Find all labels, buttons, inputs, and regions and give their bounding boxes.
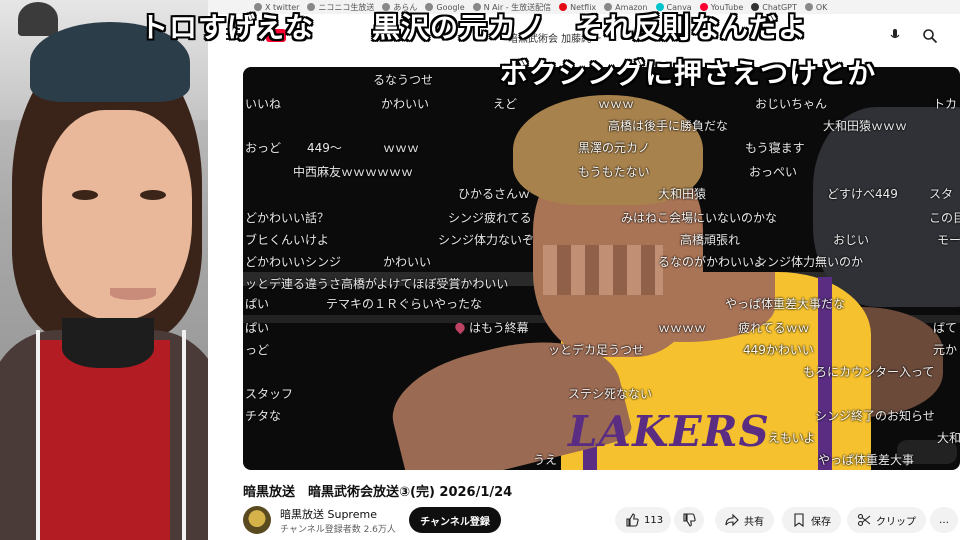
screen: X twitter ニコニコ生放送 あらん Google N Air - 生放送… bbox=[0, 0, 960, 540]
save-button[interactable]: 保存 bbox=[782, 507, 841, 533]
scroll-comment: ひかるさんｗ bbox=[458, 187, 531, 201]
scroll-comment: ブヒくんいけよ bbox=[245, 233, 330, 247]
scroll-comment: おっど bbox=[245, 141, 282, 155]
search-icon[interactable] bbox=[922, 28, 938, 44]
scroll-comment: おじい bbox=[833, 233, 870, 247]
scroll-comment: テマキの１Ｒぐらいやったな bbox=[326, 297, 483, 311]
earphone-cord bbox=[36, 330, 40, 540]
scroll-comment: ステシ死なない bbox=[568, 387, 653, 401]
scroll-comment: もう寝ます bbox=[745, 141, 805, 155]
scroll-comment: はもう終幕 bbox=[453, 319, 529, 336]
scissors-icon bbox=[857, 513, 871, 527]
clip-button[interactable]: クリップ bbox=[847, 507, 926, 533]
scroll-comment: っど bbox=[245, 343, 270, 357]
webcam-feed bbox=[0, 0, 208, 540]
scroll-comment: トカ bbox=[933, 97, 958, 111]
streamer-eye-right bbox=[140, 190, 166, 200]
scroll-comment: かわいい bbox=[383, 255, 432, 269]
scroll-comment: 449かわいい bbox=[743, 343, 814, 357]
scroll-comment: 元か bbox=[933, 343, 958, 357]
scroll-comment: かわいい bbox=[381, 97, 430, 111]
scroll-comment: シンジ疲れてる bbox=[448, 211, 532, 225]
scroll-comment: ぱい bbox=[245, 297, 270, 311]
scroll-comment: えもいよ bbox=[768, 431, 816, 445]
scroll-comment: 大和田猿ｗｗｗ bbox=[823, 119, 908, 133]
scroll-comment: どかわいいシンジ bbox=[245, 255, 342, 269]
scroll-comment-text: はもう終幕 bbox=[469, 321, 529, 335]
scroll-comment: ｗｗｗ bbox=[598, 97, 635, 111]
scroll-comment: やっぱ体重差大事 bbox=[818, 453, 915, 467]
scroll-comment: もうもたない bbox=[578, 165, 650, 179]
corner-man bbox=[813, 107, 960, 307]
scroll-comment: 大和田猿 bbox=[658, 187, 707, 201]
scroll-comment: シンジ体力無いのか bbox=[755, 255, 864, 269]
subscriber-count: チャンネル登録者数 2.6万人 bbox=[280, 525, 396, 535]
scroll-comment: みはねこ会場にいないのかな bbox=[621, 211, 778, 225]
scroll-comment: おっぺい bbox=[749, 165, 798, 179]
scroll-comment: どすけべ449 bbox=[827, 187, 898, 201]
scroll-comment: いいね bbox=[245, 97, 282, 111]
scroll-comment: スタ bbox=[929, 187, 954, 201]
scroll-comment: ｗｗｗ bbox=[383, 141, 420, 155]
webcam-figurine bbox=[18, 2, 58, 36]
scroll-comment: おじいちゃん bbox=[755, 97, 828, 111]
scroll-comment: スタッフ bbox=[245, 387, 294, 401]
overlay-comment: ボクシングに押さえつけとか bbox=[500, 57, 877, 90]
streamer-turtleneck bbox=[62, 318, 154, 368]
thumbs-up-icon bbox=[626, 513, 639, 527]
bookmark-label: OK bbox=[815, 2, 828, 12]
scroll-comment: ッとデカ足うつせ bbox=[548, 343, 645, 357]
scroll-comment: この目 bbox=[929, 211, 960, 225]
overlay-comment: トロすげえな 黒沢の元カノ それ反則なんだよ bbox=[140, 11, 808, 44]
earphone-cord bbox=[182, 330, 186, 540]
like-button[interactable]: 113 bbox=[615, 507, 672, 533]
scroll-comment: えど bbox=[493, 97, 518, 111]
scroll-comment: るなうつせ bbox=[373, 73, 434, 87]
streamer-eye-left bbox=[72, 190, 98, 200]
scroll-comment: ッとデ連る違うさ高橋がよけてほぼ受賞かわいい bbox=[245, 277, 509, 291]
bookmark-icon bbox=[794, 513, 804, 527]
jersey-lettering: LAKERS bbox=[568, 407, 770, 456]
save-label: 保存 bbox=[811, 516, 831, 528]
heart-icon bbox=[453, 320, 467, 335]
share-button[interactable]: 共有 bbox=[715, 507, 774, 533]
scroll-comment: 449〜 bbox=[307, 141, 342, 155]
scroll-comment: ぱい bbox=[245, 321, 270, 335]
microphone-icon[interactable] bbox=[888, 28, 902, 42]
scroll-comment: 中西麻友ｗｗｗｗｗｗ bbox=[293, 165, 414, 179]
like-count: 113 bbox=[644, 514, 664, 526]
thumbs-down-icon bbox=[683, 513, 696, 527]
share-icon bbox=[725, 513, 739, 527]
streamer-shirt bbox=[40, 340, 170, 540]
scroll-comment: 大和 bbox=[937, 431, 960, 445]
video-player[interactable]: LAKERS るなうつせ かわいい えど ｗｗｗ おじいちゃん トカ いいね 高… bbox=[243, 67, 960, 470]
more-actions-button[interactable]: … bbox=[930, 507, 958, 533]
streamer-mouth bbox=[110, 288, 156, 300]
bookmark-item[interactable]: OK bbox=[804, 2, 828, 12]
scroll-comment: もろにカウンター入って bbox=[803, 365, 935, 379]
channel-avatar[interactable] bbox=[243, 506, 271, 534]
scroll-comment: ｗｗｗｗ bbox=[658, 321, 707, 335]
mosaic-blur bbox=[543, 245, 663, 295]
scroll-comment: どかわいい話？ bbox=[245, 211, 330, 225]
clip-label: クリップ bbox=[876, 516, 916, 528]
share-label: 共有 bbox=[744, 516, 764, 528]
channel-name[interactable]: 暗黒放送 Supreme bbox=[280, 506, 377, 522]
scroll-comment: やっぱ体重差大事だな bbox=[725, 297, 846, 311]
scroll-comment: シンジ体力ないぞ bbox=[438, 233, 535, 247]
scroll-comment: チタな bbox=[245, 409, 282, 423]
dislike-button[interactable] bbox=[674, 507, 704, 533]
subscribe-button[interactable]: チャンネル登録 bbox=[409, 507, 501, 533]
scroll-comment: 疲れてるｗｗ bbox=[738, 321, 810, 335]
scroll-comment: ばて bbox=[933, 321, 958, 335]
video-title: 暗黒放送 暗黒武術会放送③(完) 2026/1/24 bbox=[243, 485, 513, 500]
scroll-comment: モー bbox=[937, 233, 960, 247]
scroll-comment: うえ bbox=[533, 453, 558, 467]
scroll-comment: 高橋頑張れ bbox=[680, 233, 741, 247]
scroll-comment: 黒澤の元カノ bbox=[578, 141, 651, 155]
scroll-comment: るなのがかわいいよ bbox=[658, 255, 766, 269]
scroll-comment: 高橋は後手に勝負だな bbox=[608, 119, 729, 133]
scroll-comment: シンジ終了のお知らせ bbox=[815, 409, 935, 423]
